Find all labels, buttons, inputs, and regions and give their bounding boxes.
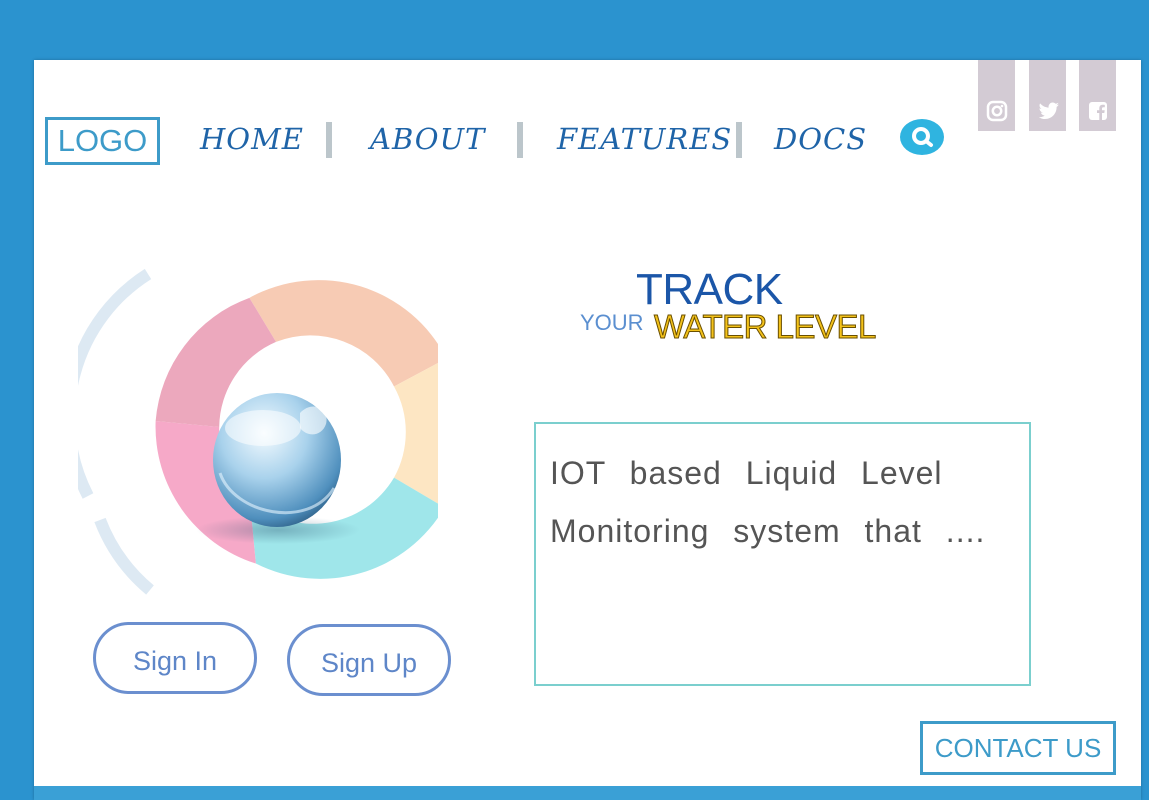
- instagram-icon: [986, 100, 1008, 122]
- sign-in-button[interactable]: Sign In: [93, 622, 257, 694]
- contact-us-button[interactable]: CONTACT US: [920, 721, 1116, 775]
- nav-divider: [736, 122, 742, 158]
- logo[interactable]: LOGO: [45, 117, 160, 165]
- hero-title-water-level: WATER LEVEL: [654, 308, 877, 346]
- nav-divider: [517, 122, 523, 158]
- description-box: IOT based Liquid Level Monitoring system…: [534, 422, 1031, 686]
- footer-bar: [34, 786, 1141, 800]
- water-drop-icon: [213, 393, 341, 527]
- sign-up-button[interactable]: Sign Up: [287, 624, 451, 696]
- search-button[interactable]: [900, 119, 944, 155]
- search-icon: [912, 127, 933, 147]
- nav-divider: [326, 122, 332, 158]
- facebook-icon: [1089, 102, 1107, 120]
- nav-about[interactable]: ABOUT: [370, 122, 485, 156]
- facebook-button[interactable]: [1079, 60, 1116, 131]
- hero-title-your: YOUR: [580, 310, 644, 335]
- twitter-button[interactable]: [1029, 60, 1066, 131]
- instagram-button[interactable]: [978, 60, 1015, 131]
- nav-features[interactable]: FEATURES: [557, 122, 732, 156]
- outer-arc: [94, 517, 154, 595]
- twitter-icon: [1038, 102, 1059, 119]
- outer-arc: [62, 268, 152, 499]
- nav-home[interactable]: HOME: [200, 122, 304, 156]
- nav-docs[interactable]: DOCS: [774, 122, 867, 156]
- water-level-gauge: [62, 268, 467, 608]
- page-card: LOGO HOME ABOUT FEATURES DOCS Sign In Si…: [34, 60, 1141, 800]
- description-text: IOT based Liquid Level Monitoring system…: [550, 455, 986, 549]
- gauge-segment-peach: [249, 280, 447, 387]
